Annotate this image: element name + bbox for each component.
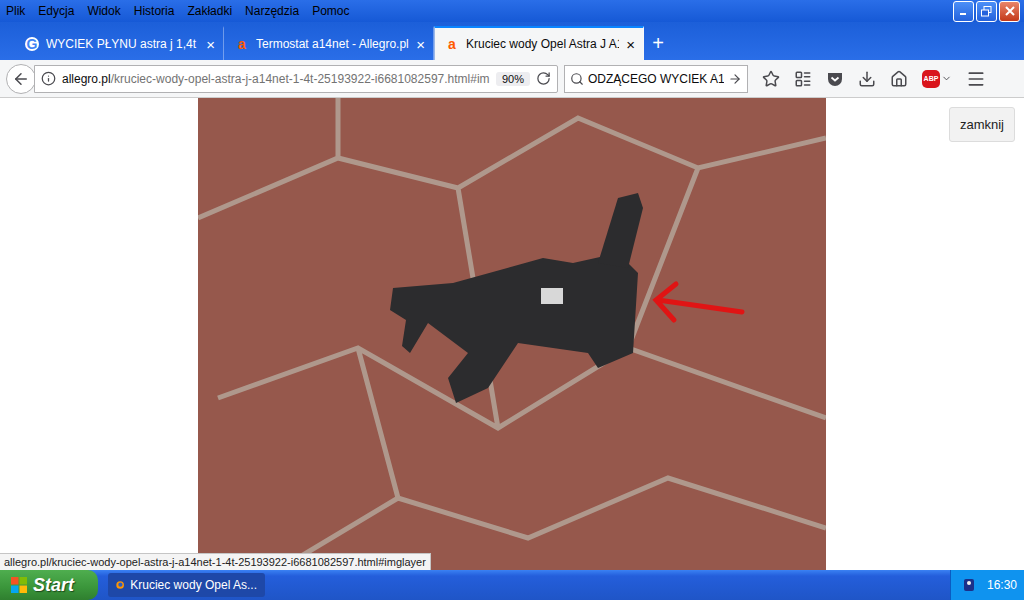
hamburger-icon (966, 69, 986, 89)
windows-logo-icon (10, 576, 28, 594)
url-text: allegro.pl/kruciec-wody-opel-astra-j-a14… (62, 72, 490, 86)
site-logo-icon: a (235, 37, 249, 51)
new-tab-button[interactable]: + (644, 26, 672, 60)
close-icon (1005, 6, 1015, 16)
home-button[interactable] (890, 70, 908, 88)
adblock-button[interactable]: ABP (922, 70, 952, 88)
restore-icon (981, 6, 992, 17)
menu-item[interactable]: Widok (87, 4, 120, 18)
status-link-tooltip: allegro.pl/kruciec-wody-opel-astra-j-a14… (0, 553, 431, 570)
download-icon (858, 70, 876, 88)
site-logo-icon: a (445, 37, 459, 51)
go-arrow-icon[interactable] (728, 72, 742, 86)
clock: 16:30 (987, 578, 1017, 592)
site-logo-icon: G (25, 37, 39, 51)
tray-app-icon (963, 578, 975, 592)
tab-label: WYCIEK PŁYNU astra j 1,4t - ... (46, 37, 199, 51)
page-content: zamknij allegro.pl/kruciec-wody-opel-astr… (0, 98, 1024, 570)
menu-button[interactable] (966, 69, 986, 89)
start-button[interactable]: Start (0, 570, 98, 600)
zoom-badge[interactable]: 90% (496, 72, 530, 86)
library-icon (794, 70, 812, 88)
restore-button[interactable] (976, 1, 997, 22)
navigation-bar: allegro.pl/kruciec-wody-opel-astra-j-a14… (0, 60, 1024, 98)
photo-drawing (198, 98, 826, 570)
menu-item[interactable]: Narzędzia (245, 4, 299, 18)
screen: Plik Edycja Widok Historia Zakładki Narzędzia… (0, 0, 1024, 600)
firefox-icon (116, 578, 124, 592)
library-button[interactable] (794, 70, 812, 88)
search-icon (570, 72, 584, 86)
close-lightbox-button[interactable]: zamknij (949, 107, 1015, 142)
tab-label: Kruciec wody Opel Astra J A1... (466, 37, 619, 51)
menu-item[interactable]: Plik (6, 4, 25, 18)
menu-item[interactable]: Zakładki (187, 4, 232, 18)
downloads-button[interactable] (858, 70, 876, 88)
star-icon (762, 70, 780, 88)
bookmark-button[interactable] (762, 70, 780, 88)
toolbar-icons: ABP (762, 69, 986, 89)
menu-item[interactable]: Edycja (38, 4, 74, 18)
browser-tab[interactable]: a Termostat a14net - Allegro.pl... × (224, 26, 434, 60)
search-bar[interactable]: ODZĄCEGO WYCIEK A14NET (564, 65, 748, 93)
info-icon[interactable] (41, 71, 56, 86)
tab-label: Termostat a14net - Allegro.pl... (256, 37, 409, 51)
taskbar: Start Kruciec wody Opel As... 16:30 (0, 570, 1024, 600)
window-controls (953, 1, 1020, 22)
menu-item[interactable]: Pomoc (312, 4, 349, 18)
product-photo (198, 98, 826, 570)
minimize-icon (959, 6, 969, 16)
dropdown-icon (941, 73, 952, 84)
tab-strip: G WYCIEK PŁYNU astra j 1,4t - ... × a Termos… (0, 22, 1024, 60)
menu-item[interactable]: Historia (134, 4, 175, 18)
menu-bar: Plik Edycja Widok Historia Zakładki Narzędzia… (6, 4, 349, 18)
minimize-button[interactable] (953, 1, 974, 22)
tab-close-button[interactable]: × (416, 37, 425, 52)
pocket-icon (826, 70, 844, 88)
back-arrow-icon (12, 70, 30, 88)
task-button[interactable]: Kruciec wody Opel As... (108, 573, 265, 597)
pocket-button[interactable] (826, 70, 844, 88)
search-text: ODZĄCEGO WYCIEK A14NET (588, 72, 724, 86)
browser-tab[interactable]: G WYCIEK PŁYNU astra j 1,4t - ... × (14, 26, 224, 60)
tab-close-button[interactable]: × (626, 37, 635, 52)
adblock-icon: ABP (922, 70, 940, 88)
home-icon (890, 70, 908, 88)
task-list: Kruciec wody Opel As... (98, 573, 950, 597)
tab-close-button[interactable]: × (206, 37, 215, 52)
reload-icon[interactable] (536, 71, 551, 86)
url-bar[interactable]: allegro.pl/kruciec-wody-opel-astra-j-a14… (34, 65, 558, 93)
system-tray: 16:30 (950, 570, 1024, 600)
back-button[interactable] (6, 64, 36, 94)
browser-tab[interactable]: a Kruciec wody Opel Astra J A1... × (434, 26, 644, 60)
close-button[interactable] (999, 1, 1020, 22)
title-bar: Plik Edycja Widok Historia Zakładki Narzędzia… (0, 0, 1024, 22)
